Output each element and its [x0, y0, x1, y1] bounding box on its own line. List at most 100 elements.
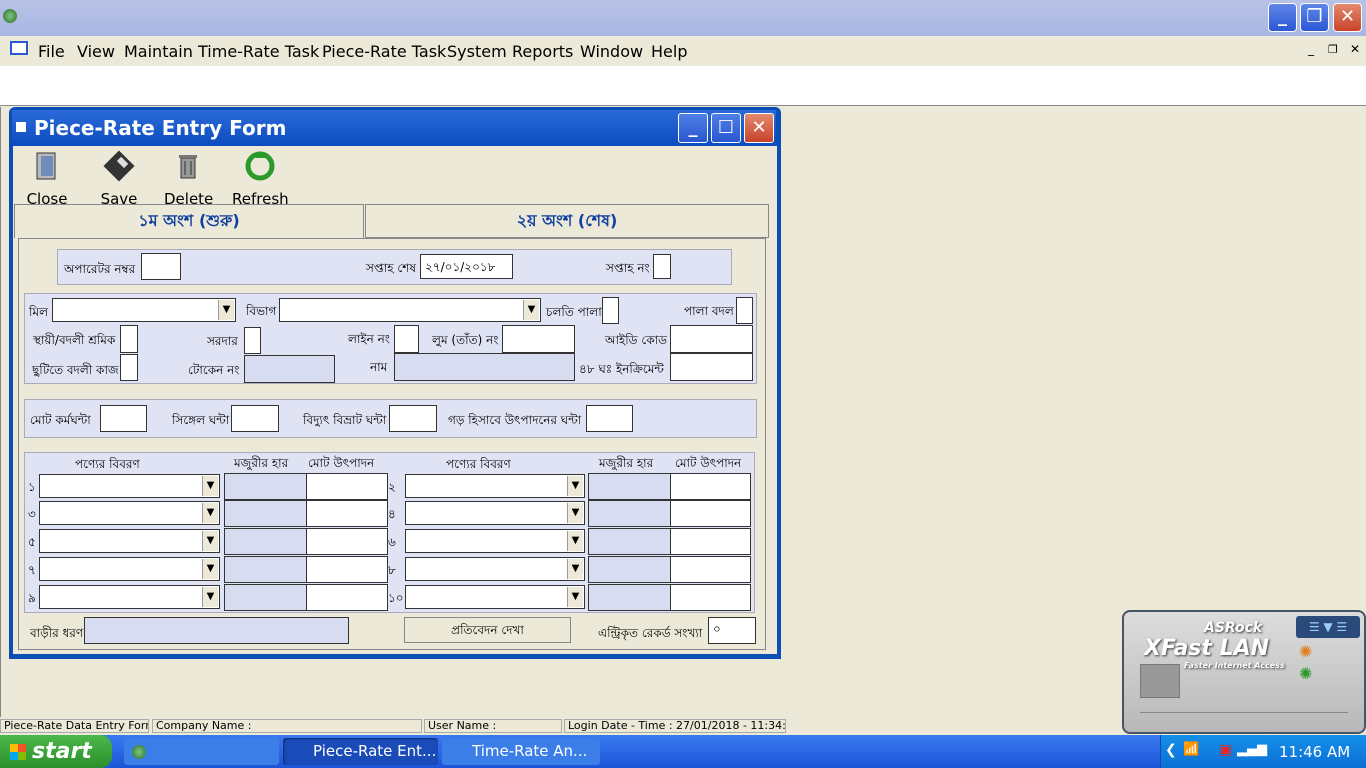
total-input-left[interactable]	[306, 528, 388, 555]
app-close-button[interactable]: ✕	[1333, 3, 1362, 32]
total-input-left[interactable]	[306, 500, 388, 527]
single-hours-input[interactable]	[231, 405, 279, 432]
chevron-down-icon[interactable]: ▼	[218, 300, 234, 320]
chevron-down-icon[interactable]: ▼	[202, 559, 218, 579]
dept-select[interactable]: ▼	[279, 298, 541, 322]
menu-file[interactable]: File	[38, 42, 65, 61]
save-button[interactable]: Save	[97, 150, 141, 208]
report-button[interactable]: প্রতিবেদন দেখা	[404, 617, 571, 643]
total-hours-input[interactable]	[100, 405, 147, 432]
chevron-down-icon[interactable]: ▼	[202, 531, 218, 551]
menu-window[interactable]: Window	[580, 42, 643, 61]
hr48-label: ৪৮ ঘঃ ইনক্রিমেন্ট	[579, 362, 664, 376]
total-input-right[interactable]	[670, 528, 751, 555]
total-input-left[interactable]	[306, 556, 388, 583]
clock: 11:46 AM	[1279, 743, 1351, 761]
total-input-left[interactable]	[306, 473, 388, 500]
line-no-input[interactable]	[394, 325, 419, 353]
chevron-down-icon[interactable]: ▼	[567, 587, 583, 607]
chevron-down-icon[interactable]: ▼	[202, 476, 218, 496]
row-number-right: ১০	[388, 591, 404, 605]
asrock-xfast-lan-gadget[interactable]: ASRock XFast LAN Faster Internet Access …	[1122, 610, 1366, 734]
rate-field-left	[224, 528, 307, 555]
menu-maintain[interactable]: Maintain	[124, 42, 193, 61]
product-select-right[interactable]: ▼	[405, 585, 585, 609]
operator-label: অপারেটর নম্বর	[64, 262, 136, 276]
gadget-menu-icon[interactable]: ☰ ▼ ☰	[1296, 616, 1360, 638]
refresh-button[interactable]: Refresh	[232, 150, 289, 208]
gadget-brand: ASRock	[1204, 620, 1263, 636]
taskbar-app-icon[interactable]	[124, 738, 279, 765]
chevron-down-icon[interactable]: ▼	[202, 503, 218, 523]
tray-acrobat-icon[interactable]: ▣	[1219, 742, 1232, 758]
chevron-down-icon[interactable]: ▼	[523, 300, 539, 320]
hr48-input[interactable]	[670, 353, 753, 381]
perm-worker-input[interactable]	[120, 325, 138, 353]
mill-select[interactable]: ▼	[52, 298, 236, 322]
current-shift-input[interactable]	[602, 297, 619, 324]
shift-change-input[interactable]	[736, 297, 753, 324]
name-label: নাম	[370, 360, 388, 374]
sardar-input[interactable]	[244, 327, 261, 354]
chevron-down-icon[interactable]: ▼	[567, 476, 583, 496]
app-title-bar: _ ❐ ✕	[0, 0, 1366, 36]
product-select-right[interactable]: ▼	[405, 557, 585, 581]
total-input-right[interactable]	[670, 556, 751, 583]
tab-part-1[interactable]: ১ম অংশ (শুরু)	[14, 204, 364, 238]
chevron-down-icon[interactable]: ▼	[567, 531, 583, 551]
menu-piece-rate-task[interactable]: Piece-Rate Task	[322, 42, 446, 61]
chevron-down-icon[interactable]: ▼	[202, 587, 218, 607]
total-input-right[interactable]	[670, 500, 751, 527]
avg-prod-hours-input[interactable]	[586, 405, 633, 432]
mdi-minimize-icon[interactable]: _	[1308, 42, 1314, 56]
tray-signal-icon[interactable]: ▂▄▆	[1237, 742, 1267, 757]
total-input-left[interactable]	[306, 584, 388, 611]
product-select-left[interactable]: ▼	[39, 474, 220, 498]
task-piece-rate[interactable]: Piece-Rate Ent...	[283, 738, 438, 765]
product-select-left[interactable]: ▼	[39, 529, 220, 553]
form-close-button[interactable]: ✕	[744, 113, 774, 143]
tray-network-icon[interactable]: 📶	[1183, 742, 1199, 757]
menu-help[interactable]: Help	[651, 42, 687, 61]
form-maximize-button[interactable]: ☐	[711, 113, 741, 143]
app-minimize-button[interactable]: _	[1268, 3, 1297, 32]
chevron-down-icon[interactable]: ▼	[567, 503, 583, 523]
menu-time-rate-task[interactable]: Time-Rate Task	[198, 42, 319, 61]
app-restore-button[interactable]: ❐	[1300, 3, 1329, 32]
product-select-left[interactable]: ▼	[39, 501, 220, 525]
product-select-right[interactable]: ▼	[405, 501, 585, 525]
grid-header-total-left: মোট উৎপাদন	[308, 456, 375, 470]
tray-arrow-icon[interactable]: ❮	[1165, 742, 1177, 758]
week-no-input[interactable]	[653, 254, 671, 279]
id-code-input[interactable]	[670, 325, 753, 353]
loom-no-input[interactable]	[502, 325, 575, 353]
mdi-restore-icon[interactable]: ❐	[1328, 43, 1338, 56]
power-outage-input[interactable]	[389, 405, 437, 432]
product-select-left[interactable]: ▼	[39, 557, 220, 581]
dept-label: বিভাগ	[246, 304, 277, 318]
close-button[interactable]: Close	[25, 150, 69, 208]
product-select-left[interactable]: ▼	[39, 585, 220, 609]
globe-icon	[132, 744, 146, 759]
gadget-refresh-icon[interactable]: ✺	[1299, 664, 1312, 683]
total-input-right[interactable]	[670, 584, 751, 611]
product-select-right[interactable]: ▼	[405, 474, 585, 498]
leave-work-input[interactable]	[120, 354, 138, 381]
delete-button[interactable]: Delete	[164, 150, 213, 208]
week-end-input[interactable]: ২৭/০১/২০১৮	[420, 254, 513, 279]
tab-part-2[interactable]: ২য় অংশ (শেষ)	[365, 204, 769, 238]
single-hours-label: সিঙ্গেল ঘন্টা	[172, 413, 230, 427]
product-select-right[interactable]: ▼	[405, 529, 585, 553]
mdi-close-icon[interactable]: ✕	[1350, 42, 1360, 56]
task-time-rate[interactable]: Time-Rate An...	[442, 738, 600, 765]
form-minimize-button[interactable]: _	[678, 113, 708, 143]
chevron-down-icon[interactable]: ▼	[567, 559, 583, 579]
operator-input[interactable]	[141, 253, 181, 280]
current-shift-label: চলতি পালা	[546, 305, 602, 319]
total-input-right[interactable]	[670, 473, 751, 500]
menu-reports[interactable]: Reports	[512, 42, 573, 61]
menu-system[interactable]: System	[447, 42, 507, 61]
sardar-label: সরদার	[207, 334, 238, 348]
menu-view[interactable]: View	[77, 42, 115, 61]
rate-field-right	[588, 584, 671, 611]
